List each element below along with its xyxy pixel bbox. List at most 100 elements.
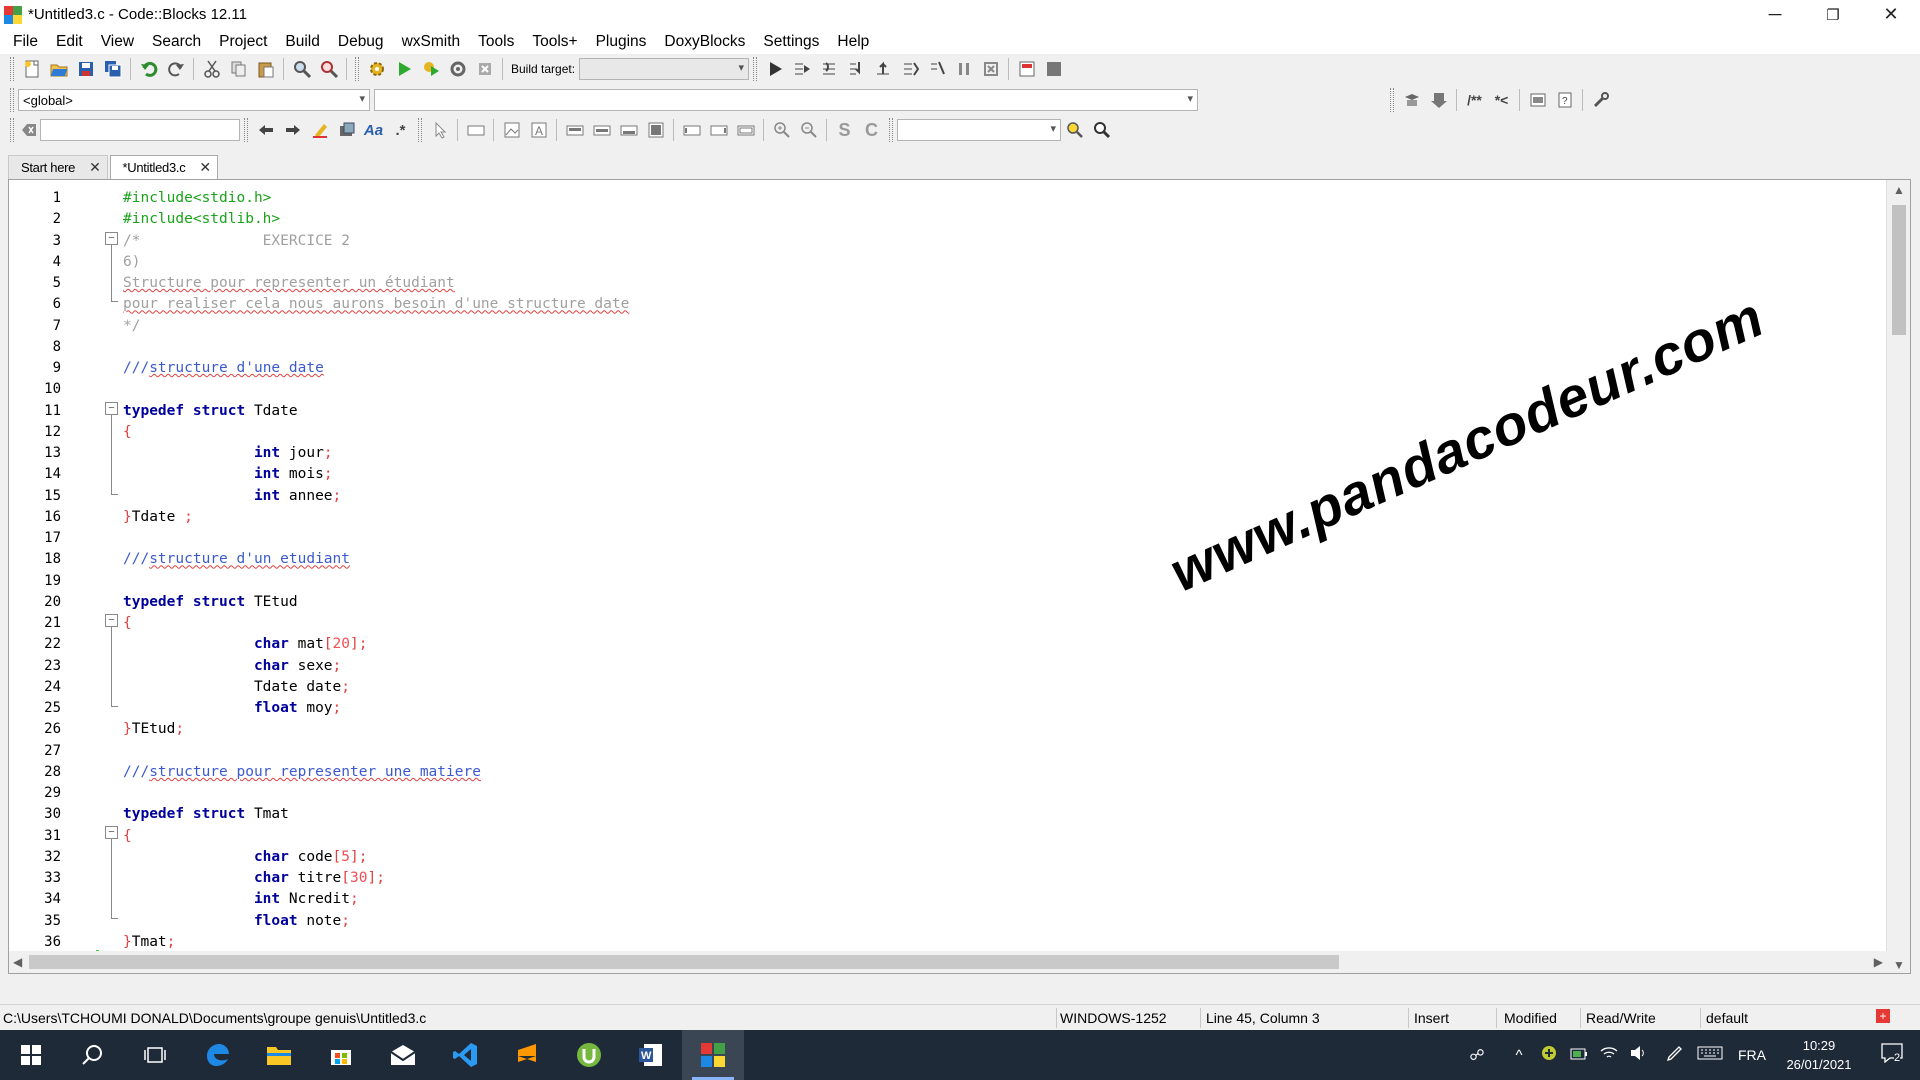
wx-show-source-icon[interactable]: S [831, 117, 858, 143]
microsoft-store-icon[interactable] [310, 1030, 372, 1080]
debug-windows-icon[interactable] [1013, 56, 1040, 82]
horizontal-scrollbar[interactable]: ◀ ▶ [9, 951, 1887, 973]
function-select[interactable]: ▾ [374, 89, 1198, 111]
wx-frame-icon[interactable] [462, 117, 489, 143]
wifi-icon[interactable] [1594, 1045, 1624, 1065]
step-into-icon[interactable] [842, 56, 869, 82]
match-case-icon[interactable]: Aa [360, 117, 387, 143]
wx-align-middle-icon[interactable] [588, 117, 615, 143]
search-combo[interactable]: ▾ [897, 119, 1061, 141]
redo-icon[interactable] [162, 56, 189, 82]
zoom-out-icon[interactable] [795, 117, 822, 143]
wx-image-icon[interactable] [498, 117, 525, 143]
code-editor[interactable]: 1 2 3 4 5 6 7 8 9 10 11 12 13 14 15 16 17 18 19 20 21 22 23 24 2… [8, 179, 1911, 974]
windows-start-icon[interactable] [0, 1030, 62, 1080]
tab-untitled3[interactable]: *Untitled3.c ✕ [109, 155, 218, 179]
menu-tools-plus[interactable]: Tools+ [523, 29, 586, 54]
wx-border-right-icon[interactable] [705, 117, 732, 143]
wx-text-icon[interactable]: A [525, 117, 552, 143]
vertical-scrollbar[interactable]: ▲ ▼ [1886, 180, 1910, 973]
next-instruction-icon[interactable] [896, 56, 923, 82]
utorrent-icon[interactable] [558, 1030, 620, 1080]
toolbar-grip[interactable] [889, 118, 893, 142]
chevron-up-icon[interactable]: ^ [1504, 1047, 1534, 1064]
find-previous-arrow-icon[interactable] [252, 117, 279, 143]
find-icon[interactable] [288, 56, 315, 82]
tab-start-here[interactable]: Start here ✕ [8, 155, 108, 179]
save-all-icon[interactable] [99, 56, 126, 82]
run-icon[interactable] [390, 56, 417, 82]
sublime-text-icon[interactable] [496, 1030, 558, 1080]
scroll-left-icon[interactable]: ◀ [13, 955, 22, 969]
pen-icon[interactable] [1660, 1044, 1690, 1066]
search-go-icon[interactable] [1061, 117, 1088, 143]
scroll-thumb[interactable] [1892, 205, 1906, 335]
build-target-select[interactable]: ▾ [579, 58, 750, 80]
fold-toggle-icon[interactable]: − [105, 232, 118, 245]
input-language[interactable]: FRA [1730, 1047, 1774, 1063]
fold-toggle-icon[interactable]: − [105, 402, 118, 415]
clear-search-icon[interactable] [18, 117, 40, 143]
menu-search[interactable]: Search [143, 29, 210, 54]
cut-icon[interactable] [198, 56, 225, 82]
codeblocks-taskbar-icon[interactable] [682, 1030, 744, 1080]
file-explorer-icon[interactable] [248, 1030, 310, 1080]
menu-project[interactable]: Project [210, 29, 276, 54]
toolbar-grip[interactable] [10, 118, 14, 142]
code-area[interactable]: #include<stdio.h> #include<stdlib.h> /* … [123, 180, 1885, 973]
toolbar-grip[interactable] [418, 118, 422, 142]
replace-icon[interactable] [315, 56, 342, 82]
notification-center-icon[interactable]: 2 [1864, 1043, 1920, 1067]
step-into-instruction-icon[interactable] [923, 56, 950, 82]
run-html-icon[interactable] [1524, 87, 1551, 113]
word-icon[interactable]: W [620, 1030, 682, 1080]
run-to-cursor-icon[interactable] [788, 56, 815, 82]
scroll-down-icon[interactable]: ▼ [1893, 958, 1905, 972]
scroll-right-icon[interactable]: ▶ [1874, 955, 1883, 969]
search-input[interactable] [40, 119, 240, 141]
doxy-config-wrench-icon[interactable] [1587, 87, 1614, 113]
scroll-up-icon[interactable]: ▲ [1893, 183, 1905, 197]
debug-start-icon[interactable] [761, 56, 788, 82]
toolbar-grip[interactable] [1390, 88, 1394, 112]
zoom-in-icon[interactable] [768, 117, 795, 143]
fold-toggle-icon[interactable]: − [105, 826, 118, 839]
menu-file[interactable]: File [4, 29, 47, 54]
antivirus-icon[interactable] [1534, 1045, 1564, 1065]
menu-help[interactable]: Help [828, 29, 878, 54]
menu-debug[interactable]: Debug [329, 29, 393, 54]
search-icon[interactable] [62, 1030, 124, 1080]
build-gear-icon[interactable] [363, 56, 390, 82]
vscode-icon[interactable] [434, 1030, 496, 1080]
clock[interactable]: 10:29 26/01/2021 [1774, 1036, 1864, 1074]
mail-icon[interactable] [372, 1030, 434, 1080]
extract-docs-icon[interactable] [1425, 87, 1452, 113]
undo-icon[interactable] [135, 56, 162, 82]
people-icon[interactable]: ☍ [1462, 1046, 1492, 1064]
doxy-line-comment-button[interactable]: *< [1488, 87, 1515, 113]
run-chm-icon[interactable]: ? [1551, 87, 1578, 113]
paste-icon[interactable] [252, 56, 279, 82]
menu-build[interactable]: Build [276, 29, 328, 54]
wx-border-left-icon[interactable] [678, 117, 705, 143]
wx-align-top-icon[interactable] [561, 117, 588, 143]
keyboard-icon[interactable] [1690, 1046, 1730, 1064]
save-icon[interactable] [72, 56, 99, 82]
toolbar-grip[interactable] [244, 118, 248, 142]
selected-only-icon[interactable] [333, 117, 360, 143]
wx-border-all-icon[interactable] [732, 117, 759, 143]
abort-icon[interactable] [471, 56, 498, 82]
find-next-arrow-icon[interactable] [279, 117, 306, 143]
menu-wxsmith[interactable]: wxSmith [393, 29, 470, 54]
scroll-thumb[interactable] [29, 955, 1339, 969]
debug-info-icon[interactable] [1040, 56, 1067, 82]
task-view-icon[interactable] [124, 1030, 186, 1080]
menu-edit[interactable]: Edit [47, 29, 92, 54]
close-button[interactable]: ✕ [1862, 0, 1920, 29]
toolbar-grip[interactable] [355, 57, 359, 81]
step-out-icon[interactable] [869, 56, 896, 82]
edge-browser-icon[interactable] [186, 1030, 248, 1080]
build-run-icon[interactable] [417, 56, 444, 82]
select-pointer-icon[interactable] [426, 117, 453, 143]
menu-tools[interactable]: Tools [469, 29, 523, 54]
